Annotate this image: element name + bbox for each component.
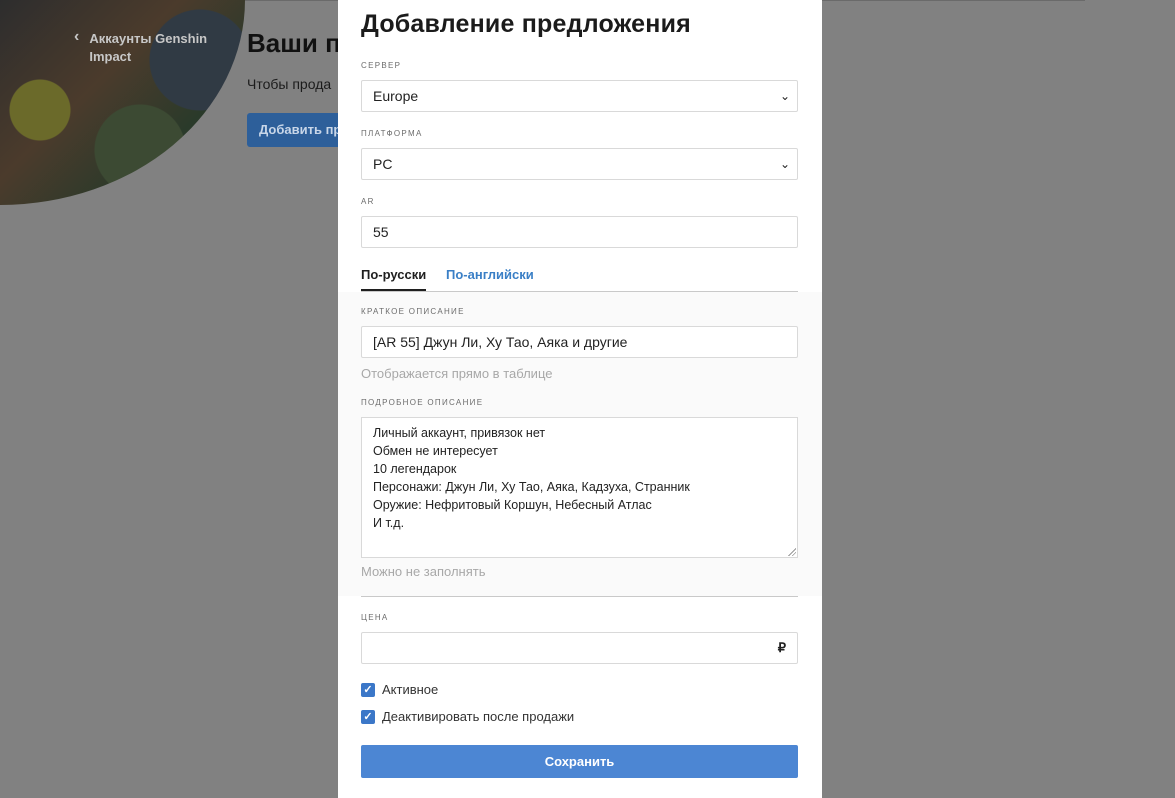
tab-english[interactable]: По-английски (446, 267, 534, 282)
ar-input[interactable]: 55 (361, 216, 798, 248)
chevron-down-icon: ⌄ (779, 157, 790, 171)
platform-value: PC (373, 156, 393, 172)
textarea-line: Обмен не интересует (373, 444, 498, 458)
active-checkbox-label: Активное (382, 682, 439, 697)
textarea-line: Персонажи: Джун Ли, Ху Тао, Аяка, Кадзух… (373, 480, 690, 494)
tab-russian[interactable]: По-русски (361, 267, 427, 291)
long-description-textarea[interactable]: Личный аккаунт, привязок нет Обмен не ин… (361, 417, 798, 558)
checkbox-checked-icon[interactable]: ✓ (361, 682, 375, 697)
divider (245, 0, 338, 1)
page-description: Чтобы прода (247, 76, 332, 92)
price-label: ЦЕНА (361, 613, 389, 622)
back-link-label: Аккаунты Genshin Impact (89, 31, 208, 64)
server-select[interactable]: Europe ⌄ (361, 80, 798, 112)
server-label: СЕРВЕР (361, 61, 402, 70)
textarea-line: И т.д. (373, 516, 405, 530)
resize-handle-icon[interactable] (788, 548, 796, 556)
checkbox-checked-icon[interactable]: ✓ (361, 709, 375, 724)
textarea-line: 10 легендарок (373, 462, 457, 476)
ar-value: 55 (373, 224, 389, 240)
deactivate-checkbox-row[interactable]: ✓ Деактивировать после продажи (361, 709, 574, 724)
platform-label: ПЛАТФОРМА (361, 129, 423, 138)
platform-select[interactable]: PC ⌄ (361, 148, 798, 180)
ruble-icon: ₽ (777, 640, 786, 655)
chevron-down-icon: ⌄ (779, 89, 790, 103)
server-value: Europe (373, 88, 419, 104)
add-offer-modal: Добавление предложения СЕРВЕР Europe ⌄ П… (338, 0, 822, 798)
save-button[interactable]: Сохранить (361, 745, 798, 778)
short-description-value: [AR 55] Джун Ли, Ху Тао, Аяка и другие (373, 334, 628, 350)
short-description-hint: Отображается прямо в таблице (361, 366, 553, 381)
price-input[interactable]: ₽ (361, 632, 798, 664)
divider (361, 596, 798, 597)
modal-title: Добавление предложения (361, 10, 691, 38)
textarea-line: Личный аккаунт, привязок нет (373, 426, 546, 440)
chevron-left-icon: ‹ (74, 28, 80, 45)
ar-label: AR (361, 197, 375, 206)
page-title: Ваши п (247, 28, 341, 58)
short-description-input[interactable]: [AR 55] Джун Ли, Ху Тао, Аяка и другие (361, 326, 798, 358)
language-tabs: По-русски По-английски (361, 260, 798, 292)
divider (822, 0, 1085, 1)
long-description-hint: Можно не заполнять (361, 564, 486, 579)
active-checkbox-row[interactable]: ✓ Активное (361, 682, 438, 697)
back-link[interactable]: ‹ Аккаунты Genshin Impact (74, 28, 219, 66)
long-description-label: ПОДРОБНОЕ ОПИСАНИЕ (361, 398, 484, 407)
textarea-line: Оружие: Нефритовый Коршун, Небесный Атла… (373, 498, 652, 512)
short-description-label: КРАТКОЕ ОПИСАНИЕ (361, 307, 465, 316)
deactivate-checkbox-label: Деактивировать после продажи (382, 709, 575, 724)
